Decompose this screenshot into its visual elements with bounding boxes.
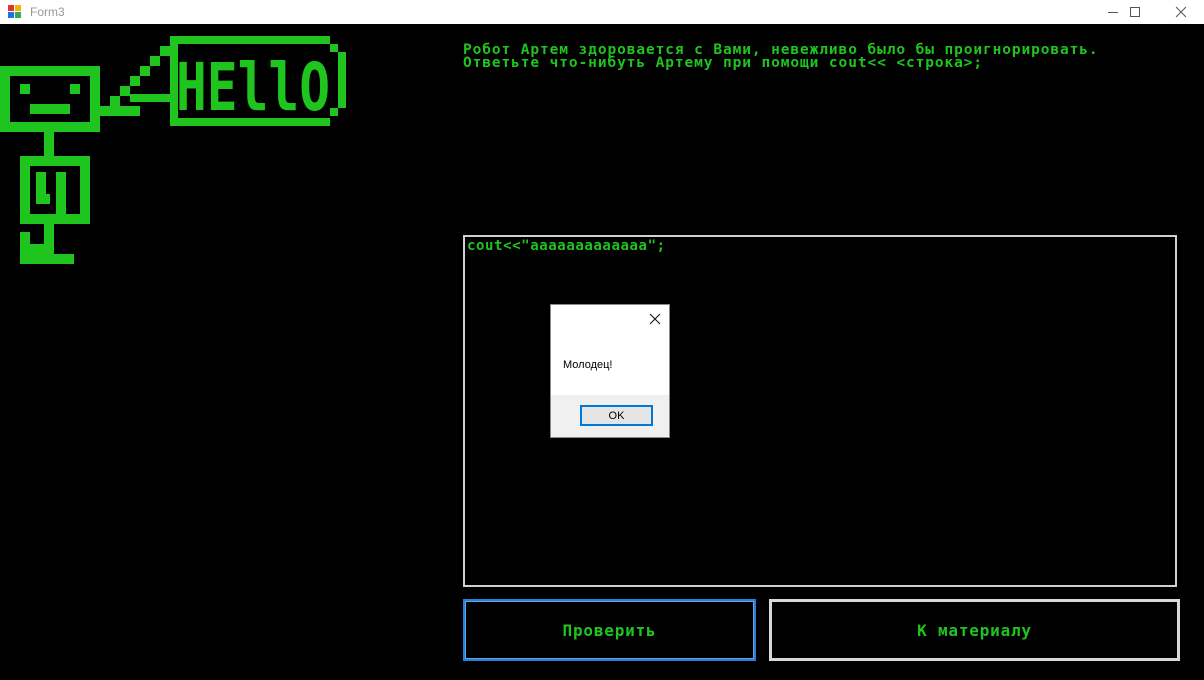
form3-window: Form3 HEllO Робот Артем здоровается с Ва…	[0, 0, 1204, 680]
title-bar[interactable]: Form3	[0, 0, 1204, 24]
message-box-close-button[interactable]	[647, 311, 663, 327]
check-button-label: Проверить	[562, 620, 657, 640]
task-instruction: Робот Артем здоровается с Вами, невежлив…	[463, 42, 1109, 71]
window-title: Form3	[30, 5, 65, 19]
close-icon	[649, 313, 661, 325]
app-icon	[8, 5, 22, 19]
speech-bubble-pointer	[100, 46, 170, 116]
message-box-dialog: Молодец! OK	[550, 304, 670, 438]
message-box-footer: OK	[551, 395, 669, 437]
speech-bubble-text: HEllO	[176, 49, 330, 126]
robot-body	[20, 156, 90, 224]
maximize-icon	[1130, 7, 1140, 17]
close-icon	[1175, 6, 1187, 18]
maximize-button[interactable]	[1112, 0, 1158, 24]
check-button[interactable]: Проверить	[463, 599, 756, 661]
close-button[interactable]	[1158, 0, 1204, 24]
to-material-button[interactable]: К материалу	[769, 599, 1180, 661]
ok-button[interactable]: OK	[580, 405, 653, 426]
robot-artem-illustration: HEllO	[0, 36, 346, 264]
message-box-text: Молодец!	[563, 359, 613, 371]
code-input-value: cout<<"aaaaaaaaaaaaa";	[467, 238, 666, 254]
to-material-button-label: К материалу	[917, 620, 1032, 640]
robot-head	[0, 66, 100, 132]
